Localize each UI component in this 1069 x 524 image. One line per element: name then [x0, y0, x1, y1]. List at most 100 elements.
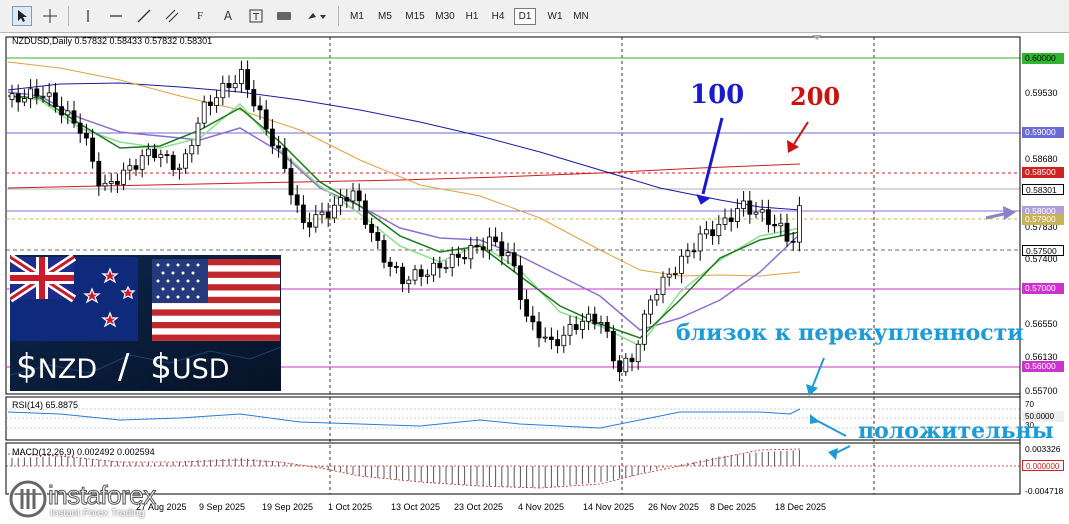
text-icon[interactable]: A — [218, 6, 238, 26]
candle-body — [561, 334, 567, 347]
fibonacci-icon[interactable]: F — [190, 6, 210, 26]
candle-body — [462, 256, 468, 260]
usd-caption: USD — [171, 354, 230, 385]
candle-body — [350, 190, 356, 202]
timeframe-d1[interactable]: D1 — [514, 8, 536, 25]
price-tag-059000: 0.59000 — [1022, 127, 1064, 138]
timeframe-m30[interactable]: M30 — [432, 8, 458, 25]
currency-pair-caption: $NZD / $USD — [16, 347, 230, 390]
candle-body — [201, 101, 207, 124]
price-tag-057000: 0.57000 — [1022, 283, 1064, 294]
candle-body — [183, 153, 189, 169]
candle-body — [319, 211, 325, 216]
candle-body — [741, 200, 746, 209]
candle-body — [220, 83, 226, 99]
candle-body — [40, 95, 46, 98]
candle-body — [691, 250, 697, 253]
trendline-icon[interactable] — [134, 6, 154, 26]
candle-body — [518, 265, 523, 300]
timeframe-w1[interactable]: W1 — [544, 8, 566, 25]
crosshair-icon[interactable] — [40, 6, 60, 26]
candle-body — [294, 194, 300, 206]
candle-body — [282, 147, 288, 169]
candle-body — [59, 106, 64, 116]
timeframe-m1[interactable]: M1 — [346, 8, 368, 25]
candle-body — [356, 190, 362, 202]
price-axis-label: 0.55700 — [1025, 386, 1058, 396]
candle-body — [176, 167, 182, 170]
timeframe-m5[interactable]: M5 — [374, 8, 396, 25]
candle-body — [412, 269, 418, 281]
candle-body — [617, 360, 622, 373]
timeframe-h1[interactable]: H1 — [462, 8, 482, 25]
vertical-line-icon[interactable] — [78, 6, 98, 26]
candle-body — [21, 98, 27, 103]
candle-body — [443, 266, 449, 269]
candle-body — [722, 217, 728, 225]
candle-body — [797, 205, 802, 243]
candle-body — [9, 93, 15, 100]
pair-separator: / — [117, 347, 130, 387]
horizontal-line-icon[interactable] — [106, 6, 126, 26]
candle-body — [629, 357, 635, 363]
nz-flag-icon — [10, 255, 138, 341]
candle-body — [431, 262, 437, 276]
candle-body — [34, 88, 40, 97]
candle-body — [102, 182, 108, 187]
candle-body — [369, 224, 375, 233]
candle-body — [604, 322, 610, 332]
positive-annotation: положительны — [858, 418, 1054, 444]
candle-body — [493, 236, 499, 243]
candle-body — [635, 343, 641, 363]
candle-body — [152, 148, 158, 158]
brand-tagline: Instant Forex Trading — [50, 508, 145, 519]
candle-body — [536, 321, 542, 339]
date-axis-label: 4 Nov 2025 — [518, 502, 565, 512]
candle-body — [666, 273, 672, 278]
rectangle-icon[interactable] — [274, 6, 294, 26]
shapes-menu-icon[interactable] — [304, 6, 330, 26]
instaforex-logo-icon — [8, 479, 48, 519]
candle-body — [766, 209, 771, 225]
candle-body — [648, 299, 653, 315]
cursor-icon[interactable] — [12, 6, 32, 26]
candle-body — [393, 266, 399, 268]
candle-body — [15, 93, 21, 103]
candle-body — [505, 252, 511, 257]
candle-body — [549, 336, 554, 341]
candle-body — [46, 92, 52, 97]
candle-body — [375, 232, 381, 241]
ma100-annotation: 100 — [690, 80, 745, 110]
candle-body — [772, 224, 777, 227]
candle-body — [710, 229, 715, 237]
candle-body — [598, 322, 604, 325]
price-tag-058500: 0.58500 — [1022, 167, 1064, 178]
candle-body — [115, 181, 120, 185]
candle-body — [642, 313, 647, 345]
candle-body — [381, 240, 387, 263]
equidistant-channel-icon[interactable] — [162, 6, 182, 26]
timeframe-h4[interactable]: H4 — [488, 8, 508, 25]
candle-body — [524, 299, 529, 317]
candle-body — [455, 253, 461, 258]
candle-body — [214, 97, 220, 106]
candle-body — [170, 154, 176, 170]
candle-body — [660, 276, 666, 295]
candle-body — [164, 154, 170, 156]
timeframe-m15[interactable]: M15 — [402, 8, 428, 25]
candle-body — [449, 253, 455, 268]
candle-body — [592, 313, 598, 325]
price-tag-057900: 0.57900 — [1022, 214, 1064, 225]
candle-body — [145, 148, 151, 157]
candle-body — [108, 181, 114, 184]
candle-body — [437, 262, 443, 269]
candle-body — [486, 236, 492, 251]
candle-body — [362, 200, 368, 225]
text-label-icon[interactable]: T — [246, 6, 266, 26]
candle-body — [300, 204, 306, 223]
price-axis-label: 0.58680 — [1025, 154, 1058, 164]
candle-body — [753, 211, 759, 215]
timeframe-mn[interactable]: MN — [570, 8, 592, 25]
candle-body — [716, 223, 722, 237]
candle-body — [580, 320, 585, 330]
